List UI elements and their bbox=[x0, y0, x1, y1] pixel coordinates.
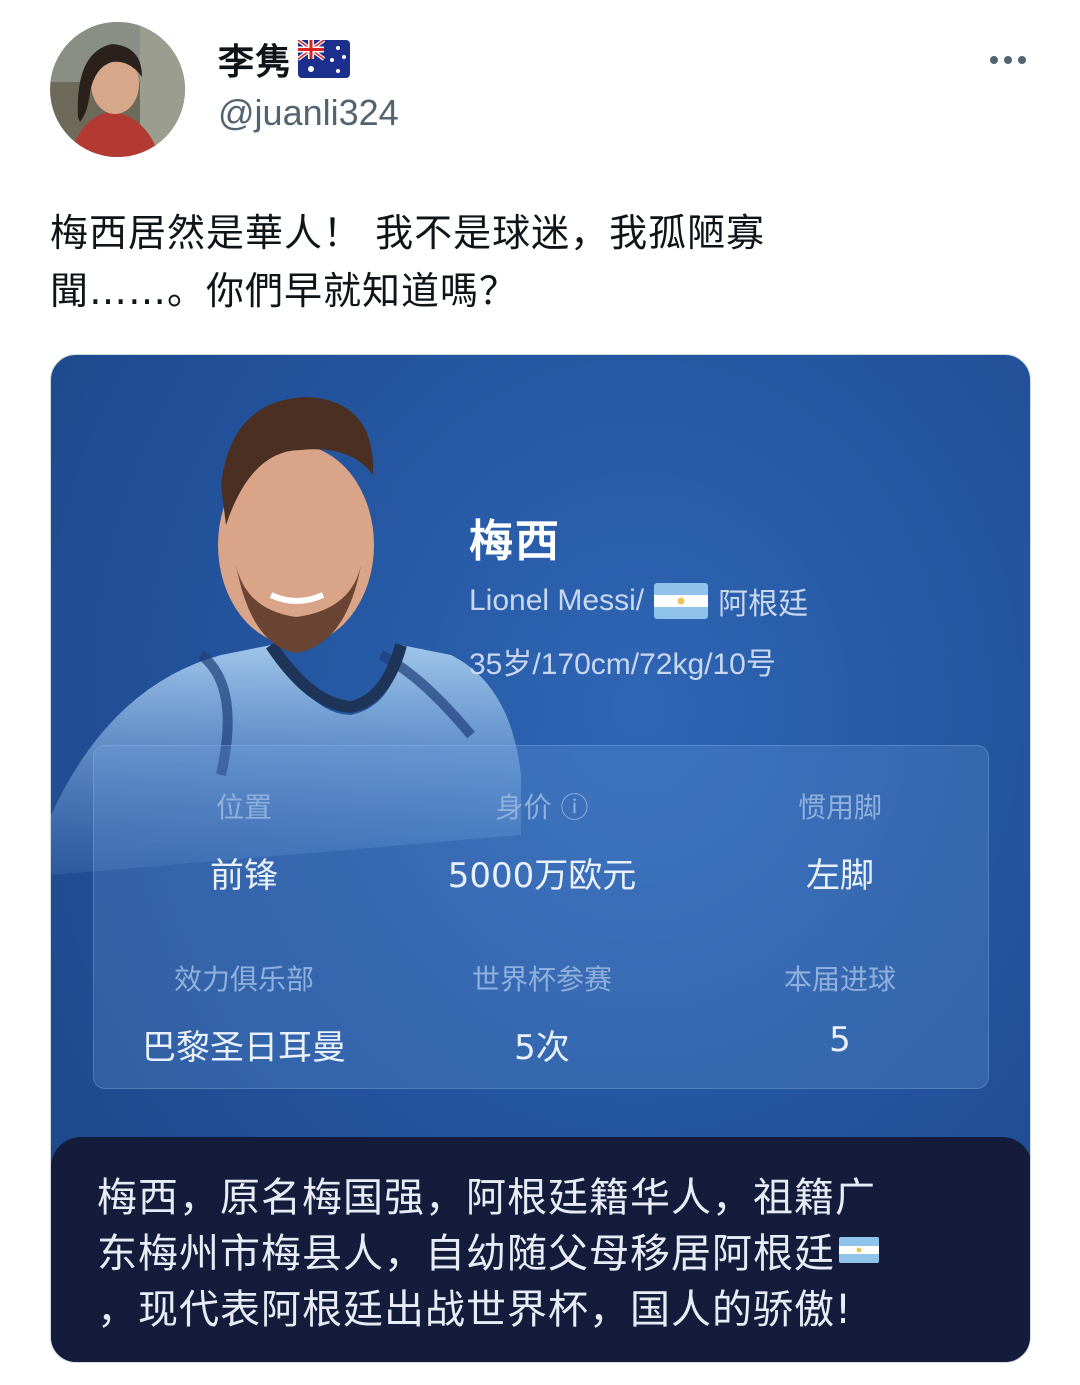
stat-label: 位置 bbox=[215, 791, 272, 824]
stat-label: 惯用脚 bbox=[797, 791, 882, 824]
stat-preferred-foot: 惯用脚 左脚 bbox=[690, 786, 990, 897]
player-meta: Lionel Messi/ 阿根廷 bbox=[469, 579, 808, 623]
avatar[interactable] bbox=[50, 22, 185, 157]
player-name: 梅西 bbox=[469, 516, 561, 567]
image-caption: 梅西，原名梅国强，阿根廷籍华人，祖籍广 东梅州市梅县人，自幼随父母移居阿根廷 ，… bbox=[51, 1137, 1030, 1362]
stat-position: 位置 前锋 bbox=[94, 786, 394, 897]
tweet-text: 梅西居然是華人！ 我不是球迷，我孤陋寡 聞……。你們早就知道嗎？ bbox=[50, 204, 950, 320]
stat-value: 左脚 bbox=[806, 856, 874, 896]
caption-line: 东梅州市梅县人，自幼随父母移居阿根廷 bbox=[97, 1221, 879, 1279]
caption-text: 梅西，原名梅国强，阿根廷籍华人，祖籍广 bbox=[97, 1175, 876, 1221]
stat-value: 前锋 bbox=[210, 856, 278, 896]
stat-label: 身价 ⓘ bbox=[495, 791, 589, 824]
display-name[interactable]: 李隽 bbox=[218, 33, 292, 85]
argentina-flag-icon bbox=[839, 1237, 879, 1263]
stat-world-cups: 世界杯参赛 5次 bbox=[392, 958, 692, 1069]
player-english-name: Lionel Messi/ bbox=[469, 584, 645, 617]
stat-value: 5000万欧元 bbox=[447, 856, 637, 896]
tweet-text-line: 聞……。你們早就知道嗎？ bbox=[50, 269, 519, 313]
caption-line: ，现代表阿根廷出战世界杯，国人的骄傲! bbox=[97, 1277, 852, 1335]
more-options-icon[interactable] bbox=[984, 48, 1032, 72]
stat-club: 效力俱乐部 巴黎圣日耳曼 bbox=[94, 958, 394, 1069]
stat-goals: 本届进球 5 bbox=[690, 958, 990, 1060]
tweet-text-line: 梅西居然是華人！ 我不是球迷，我孤陋寡 bbox=[50, 211, 766, 255]
stat-value: 巴黎圣日耳曼 bbox=[142, 1028, 346, 1068]
author-handle[interactable]: @juanli324 bbox=[218, 92, 399, 134]
tweet-media-image[interactable]: 梅西 Lionel Messi/ 阿根廷 35岁/170cm/72kg/10号 … bbox=[50, 354, 1031, 1363]
player-country: 阿根廷 bbox=[718, 588, 809, 621]
stat-value: 5 bbox=[829, 1020, 851, 1060]
caption-text: ，现代表阿根廷出战世界杯，国人的骄傲! bbox=[97, 1287, 853, 1333]
stat-label: 本届进球 bbox=[783, 963, 896, 996]
caption-line: 梅西，原名梅国强，阿根廷籍华人，祖籍广 bbox=[97, 1165, 876, 1223]
argentina-flag-icon bbox=[654, 583, 709, 619]
author-name-row: 李隽 bbox=[218, 33, 351, 85]
caption-text: 东梅州市梅县人，自幼随父母移居阿根廷 bbox=[97, 1231, 835, 1277]
stat-market-value: 身价 ⓘ 5000万欧元 bbox=[392, 786, 692, 897]
stat-label: 世界杯参赛 bbox=[471, 963, 612, 996]
stat-value: 5次 bbox=[514, 1028, 570, 1068]
player-profile: 35岁/170cm/72kg/10号 bbox=[469, 648, 776, 681]
stat-label: 效力俱乐部 bbox=[173, 963, 314, 996]
australia-flag-icon bbox=[298, 40, 351, 78]
stats-panel: 位置 前锋 身价 ⓘ 5000万欧元 惯用脚 左脚 效力俱乐部 巴黎圣日耳曼 世… bbox=[93, 745, 989, 1089]
